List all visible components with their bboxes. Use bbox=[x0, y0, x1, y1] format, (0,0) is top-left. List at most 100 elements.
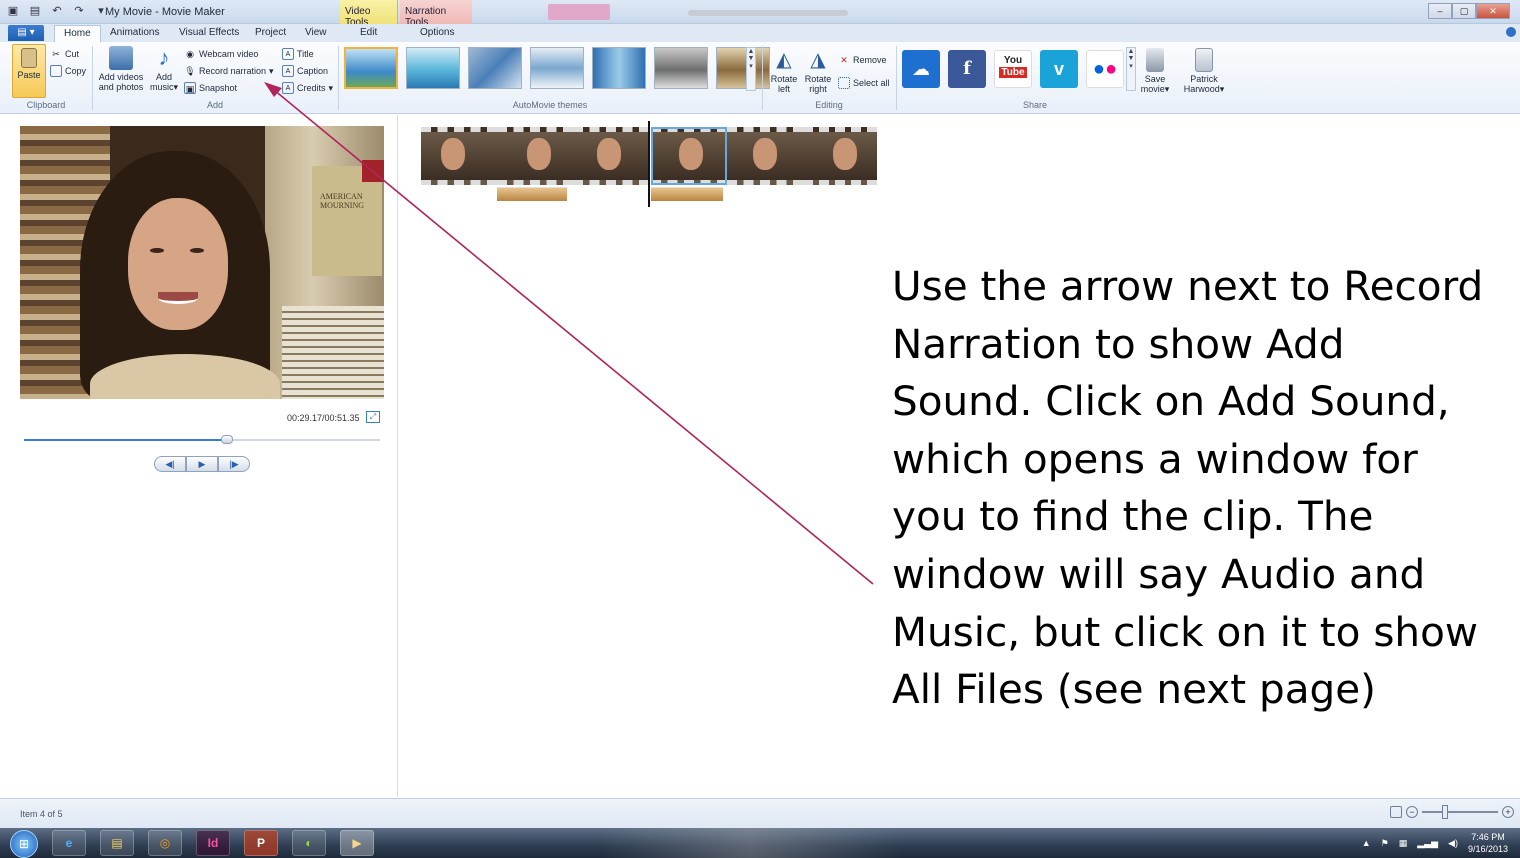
zoom-out-icon[interactable]: − bbox=[1406, 806, 1418, 818]
tab-animations[interactable]: Animations bbox=[110, 27, 159, 38]
snapshot-button[interactable]: ▣ Snapshot bbox=[184, 82, 237, 94]
indesign-icon[interactable]: Id bbox=[196, 830, 230, 856]
facebook-icon[interactable]: f bbox=[948, 50, 986, 88]
remove-x-icon: ✕ bbox=[840, 55, 848, 65]
flickr-icon[interactable]: ●● bbox=[1086, 50, 1124, 88]
fullscreen-icon[interactable]: ⤢ bbox=[366, 411, 380, 423]
seek-bar[interactable] bbox=[24, 435, 380, 444]
share-scroll-control[interactable]: ▲ ▼ ▾ bbox=[1126, 47, 1136, 91]
zoom-slider[interactable] bbox=[1422, 805, 1498, 819]
tab-options[interactable]: Options bbox=[420, 27, 454, 38]
book-cover-line1: AMERICAN bbox=[320, 192, 363, 201]
title-bar: ▣ ▤ ↶ ↷ ▾ My Movie - Movie Maker Video T… bbox=[0, 0, 1520, 28]
record-narration-button[interactable]: 🎙 Record narration ▾ bbox=[184, 65, 274, 77]
network-icon[interactable]: ▦ bbox=[1399, 838, 1408, 849]
title-icon: A bbox=[282, 48, 294, 60]
add-music-button[interactable]: ♪ Add music▾ bbox=[148, 46, 180, 93]
tray-expand-icon[interactable]: ▲ bbox=[1362, 838, 1371, 848]
next-frame-button[interactable]: |▶ bbox=[218, 456, 250, 472]
video-clip[interactable] bbox=[803, 127, 877, 185]
clip-thumbnail-face bbox=[753, 138, 777, 170]
file-menu-button[interactable]: ▤ ▾ bbox=[8, 25, 44, 41]
dropdown-icon: ▾ bbox=[173, 82, 179, 92]
microphone-icon: 🎙 bbox=[184, 66, 196, 76]
book-cover-text: AMERICAN MOURNING bbox=[320, 192, 364, 210]
video-clip[interactable] bbox=[727, 127, 803, 185]
app-menu-icon[interactable]: ▣ bbox=[6, 4, 20, 18]
add-videos-label-line2: and photos bbox=[98, 82, 144, 92]
maximize-button[interactable]: ▢ bbox=[1452, 3, 1476, 19]
signal-icon[interactable]: ▂▃▅ bbox=[1417, 838, 1438, 849]
thumbnail-size-icon[interactable] bbox=[1390, 806, 1402, 818]
credits-button[interactable]: A Credits ▾ bbox=[282, 82, 333, 94]
action-center-flag-icon[interactable]: ⚑ bbox=[1381, 838, 1389, 849]
share-gallery: ☁ f You Tube v ●● bbox=[902, 50, 1124, 88]
clock[interactable]: 7:46 PM 9/16/2013 bbox=[1468, 831, 1508, 855]
video-clip[interactable] bbox=[497, 127, 573, 185]
themes-scroll-control[interactable]: ▲ ▼ ▾ bbox=[746, 47, 756, 91]
cut-button[interactable]: ✂ Cut bbox=[50, 48, 79, 60]
preview-timecode: 00:29.17/00:51.35 bbox=[287, 413, 360, 423]
zoom-slider-thumb[interactable] bbox=[1442, 805, 1448, 819]
add-videos-button[interactable]: Add videos and photos bbox=[96, 46, 146, 92]
browser-app-icon[interactable]: ◐ bbox=[292, 830, 326, 856]
rotate-right-label-line1: Rotate bbox=[804, 74, 832, 84]
webcam-video-button[interactable]: ◉ Webcam video bbox=[184, 48, 258, 60]
minimize-button[interactable]: – bbox=[1428, 3, 1452, 19]
rotate-left-button[interactable]: ◭ Rotate left bbox=[766, 48, 802, 94]
caption-button[interactable]: A Caption bbox=[282, 65, 328, 77]
start-button-icon[interactable]: ⊞ bbox=[10, 830, 38, 858]
vimeo-icon[interactable]: v bbox=[1040, 50, 1078, 88]
record-narration-dropdown-icon[interactable]: ▾ bbox=[269, 66, 274, 77]
youtube-icon[interactable]: You Tube bbox=[994, 50, 1032, 88]
book-cover-line2: MOURNING bbox=[320, 201, 364, 210]
media-player-icon[interactable]: ◎ bbox=[148, 830, 182, 856]
tab-edit[interactable]: Edit bbox=[360, 27, 377, 38]
paste-button-content[interactable]: Paste bbox=[12, 48, 46, 80]
redo-icon[interactable]: ↷ bbox=[72, 4, 86, 18]
tab-project[interactable]: Project bbox=[255, 27, 286, 38]
snapshot-icon: ▣ bbox=[184, 82, 196, 94]
remove-button[interactable]: ✕ Remove bbox=[838, 54, 886, 66]
rotate-right-button[interactable]: ◮ Rotate right bbox=[800, 48, 836, 94]
video-preview[interactable]: AMERICAN MOURNING bbox=[20, 126, 384, 399]
video-clip[interactable] bbox=[421, 127, 497, 185]
playhead[interactable] bbox=[648, 121, 650, 207]
close-button[interactable]: ✕ bbox=[1476, 3, 1510, 19]
user-account-button[interactable]: Patrick Harwood▾ bbox=[1178, 48, 1230, 94]
narration-audio-track[interactable] bbox=[651, 187, 723, 201]
theme-thumbnail[interactable] bbox=[530, 47, 584, 89]
seek-thumb[interactable] bbox=[220, 435, 233, 444]
rotate-right-label-line2: right bbox=[809, 84, 827, 94]
play-button[interactable]: ▶ bbox=[186, 456, 218, 472]
internet-explorer-icon[interactable]: e bbox=[52, 830, 86, 856]
theme-thumbnail[interactable] bbox=[654, 47, 708, 89]
select-all-button[interactable]: Select all bbox=[838, 77, 890, 89]
file-explorer-icon[interactable]: ▤ bbox=[100, 830, 134, 856]
video-clip[interactable] bbox=[573, 127, 649, 185]
theme-thumbnail[interactable] bbox=[468, 47, 522, 89]
theme-thumbnail[interactable] bbox=[406, 47, 460, 89]
title-button[interactable]: A Title bbox=[282, 48, 314, 60]
tab-visual-effects[interactable]: Visual Effects bbox=[179, 27, 239, 38]
dropdown-icon: ▾ bbox=[1164, 84, 1170, 94]
theme-thumbnail[interactable] bbox=[344, 47, 398, 89]
skydrive-cloud-icon[interactable]: ☁ bbox=[902, 50, 940, 88]
tab-home[interactable]: Home bbox=[54, 25, 101, 42]
help-icon[interactable] bbox=[1506, 27, 1516, 37]
caption-label: Caption bbox=[297, 66, 329, 76]
save-movie-button[interactable]: Save movie▾ bbox=[1138, 48, 1172, 94]
group-label-editing: Editing bbox=[815, 100, 843, 110]
movie-maker-taskbar-icon[interactable]: ▶ bbox=[340, 830, 374, 856]
save-icon[interactable]: ▤ bbox=[28, 4, 42, 18]
theme-thumbnail[interactable] bbox=[592, 47, 646, 89]
previous-frame-button[interactable]: ◀| bbox=[154, 456, 186, 472]
powerpoint-icon[interactable]: P bbox=[244, 830, 278, 856]
taskbar-blurred-title bbox=[688, 10, 848, 16]
zoom-in-icon[interactable]: + bbox=[1502, 806, 1514, 818]
undo-icon[interactable]: ↶ bbox=[50, 4, 64, 18]
volume-icon[interactable]: ◀) bbox=[1448, 838, 1458, 849]
copy-button[interactable]: Copy bbox=[50, 65, 86, 77]
tab-view[interactable]: View bbox=[305, 27, 327, 38]
narration-audio-track[interactable] bbox=[497, 187, 567, 201]
